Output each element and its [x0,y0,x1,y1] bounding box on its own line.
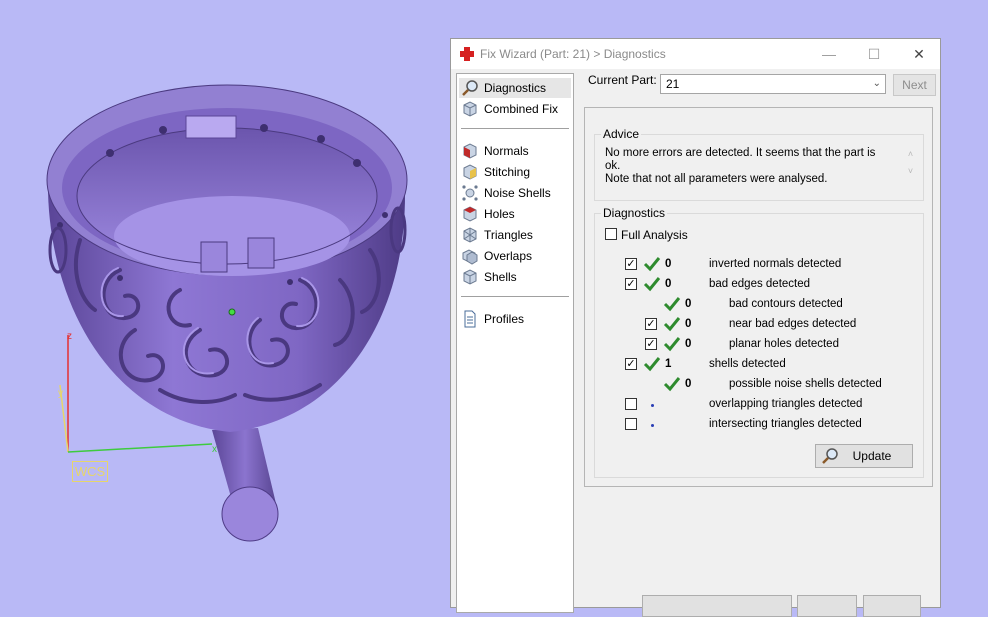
bottom-button-3[interactable] [863,595,921,617]
advice-line-1: No more errors are detected. It seems th… [605,147,876,172]
holes-cube-icon [463,206,477,222]
planar-holes-count: 0 [685,338,692,350]
bottom-button-1[interactable] [642,595,792,617]
update-button[interactable]: Update [815,444,913,468]
inverted-normals-count: 0 [665,258,672,270]
full-analysis-label: Full Analysis [621,228,688,242]
nav-item-triangles[interactable]: Triangles [459,225,571,245]
near-bad-edges-checkbox[interactable]: ✓ [645,318,657,330]
nav-item-diagnostics[interactable]: Diagnostics [459,78,571,98]
document-icon [464,310,476,328]
fix-wizard-nav: Diagnostics Combined Fix Normals Stitchi… [456,73,574,613]
nav-item-shells[interactable]: Shells [459,267,571,287]
inverted-normals-label: inverted normals detected [709,258,842,270]
axis-z-label: z [67,331,72,342]
axis-x-label: x [212,444,217,455]
bad-contours-count: 0 [685,298,692,310]
pending-dot-icon [651,404,654,407]
diagnostics-group: Diagnostics Full Analysis ✓ 0 inverted n… [594,206,924,478]
planar-holes-checkbox[interactable]: ✓ [645,338,657,350]
dialog-titlebar[interactable]: Fix Wizard (Part: 21) > Diagnostics — ☐ … [451,39,940,69]
green-check-icon [643,277,661,292]
advice-line-2: Note that not all parameters were analys… [605,173,828,185]
normals-cube-icon [463,143,477,159]
nav-item-normals[interactable]: Normals [459,141,571,161]
chevron-down-icon: ⌄ [872,78,881,89]
next-button[interactable]: Next [893,74,936,96]
maximize-button[interactable]: ☐ [851,39,897,69]
red-cross-icon [460,47,474,61]
overlapping-triangles-label: overlapping triangles detected [709,398,863,410]
inverted-normals-checkbox[interactable]: ✓ [625,258,637,270]
nav-item-overlaps[interactable]: Overlaps [459,246,571,266]
nav-item-noise-shells[interactable]: Noise Shells [459,183,571,203]
advice-text: No more errors are detected. It seems th… [605,147,885,186]
nav-item-profiles[interactable]: Profiles [459,309,571,329]
nav-item-holes[interactable]: Holes [459,204,571,224]
goblet-model [46,84,408,542]
current-part-value: 21 [666,77,680,91]
bottom-button-2[interactable] [797,595,857,617]
dialog-title: Fix Wizard (Part: 21) > Diagnostics [480,47,666,61]
cube-icon [463,101,477,117]
near-bad-edges-label: near bad edges detected [729,318,857,330]
nav-separator [461,296,569,297]
stitching-cube-icon [463,164,477,180]
triangles-icon [463,227,477,243]
green-check-icon [663,337,681,352]
nav-item-combined-fix[interactable]: Combined Fix [459,99,571,119]
pending-dot-icon [651,424,654,427]
overlaps-icon [462,249,478,265]
current-part-label: Current Part: [588,73,657,87]
green-check-icon [663,317,681,332]
shells-label: shells detected [709,358,786,370]
bad-contours-label: bad contours detected [729,298,843,310]
overlapping-triangles-checkbox[interactable] [625,398,637,410]
planar-holes-label: planar holes detected [729,338,839,350]
bad-edges-count: 0 [665,278,672,290]
noise-shells-label: possible noise shells detected [729,378,882,390]
shells-icon [463,269,477,285]
green-check-icon [663,297,681,312]
near-bad-edges-count: 0 [685,318,692,330]
3d-viewport[interactable]: z y x WCS [0,0,450,596]
bad-edges-label: bad edges detected [709,278,811,290]
green-check-icon [643,357,661,372]
axis-y-label: y [58,388,63,399]
current-part-select[interactable]: 21 ⌄ [660,74,886,94]
green-check-icon [663,377,681,392]
noise-shells-count: 0 [685,378,692,390]
fix-wizard-dialog: Fix Wizard (Part: 21) > Diagnostics — ☐ … [450,38,941,617]
advice-title: Advice [601,127,642,141]
intersecting-triangles-checkbox[interactable] [625,418,637,430]
nav-separator [461,128,569,129]
advice-scrollbar[interactable]: ˄ ˅ [903,146,918,181]
diagnostics-panel: Advice No more errors are detected. It s… [584,107,933,487]
minimize-button[interactable]: — [806,39,852,69]
shells-checkbox[interactable]: ✓ [625,358,637,370]
shells-count: 1 [665,358,672,370]
magnifier-icon [462,80,478,96]
wcs-label: WCS [72,461,108,482]
close-button[interactable]: ✕ [896,39,942,69]
bad-edges-checkbox[interactable]: ✓ [625,278,637,290]
diagnostics-title: Diagnostics [601,206,668,220]
advice-group: Advice No more errors are detected. It s… [594,127,924,201]
intersecting-triangles-label: intersecting triangles detected [709,418,862,430]
green-check-icon [643,257,661,272]
full-analysis-checkbox[interactable] [605,228,617,240]
noise-shells-icon [462,185,478,201]
nav-item-stitching[interactable]: Stitching [459,162,571,182]
